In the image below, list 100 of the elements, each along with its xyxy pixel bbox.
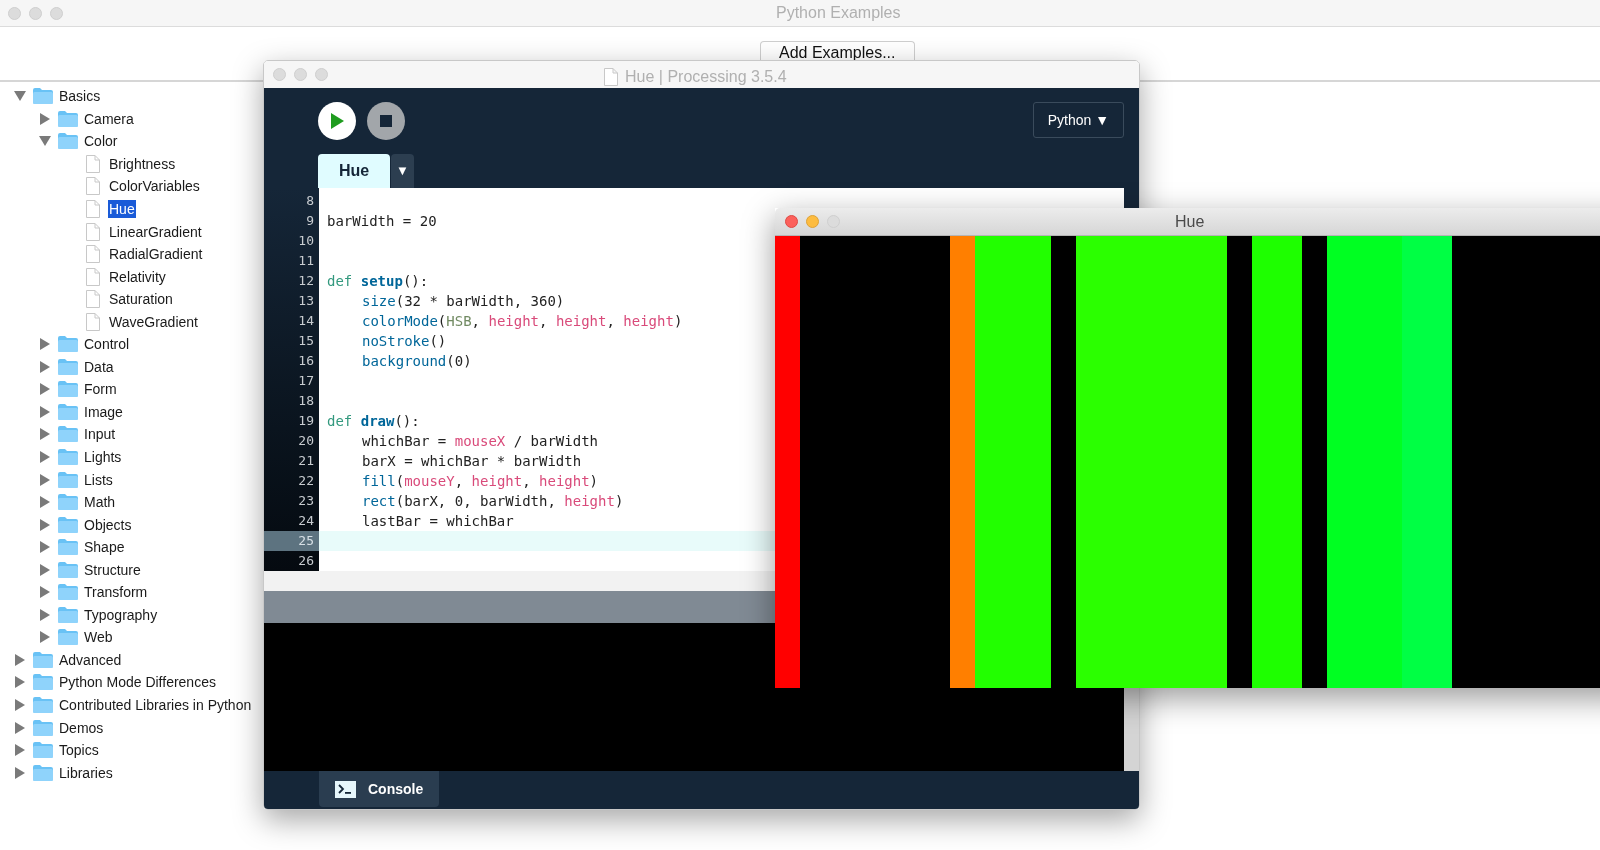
tree-item[interactable]: Lights bbox=[83, 448, 123, 466]
line-number: 21 bbox=[297, 452, 315, 470]
folder-icon bbox=[33, 651, 53, 668]
horizontal-scrollbar[interactable] bbox=[264, 571, 776, 591]
stop-icon bbox=[380, 115, 392, 127]
tree-item[interactable]: Libraries bbox=[58, 763, 114, 782]
folder-icon bbox=[58, 561, 78, 578]
line-number: 16 bbox=[297, 352, 315, 370]
tree-item[interactable]: Hue bbox=[108, 200, 136, 218]
code-line: lastBar = whichBar bbox=[362, 511, 514, 531]
tree-item[interactable]: Image bbox=[83, 402, 124, 421]
code-line: colorMode(HSB, height, height, height) bbox=[362, 311, 683, 331]
tree-item[interactable]: Camera bbox=[83, 109, 135, 128]
stop-button[interactable] bbox=[367, 102, 405, 140]
folder-icon bbox=[33, 674, 53, 691]
folder-icon bbox=[33, 697, 53, 714]
tree-item[interactable]: Transform bbox=[83, 583, 149, 602]
folder-icon bbox=[58, 584, 78, 601]
mode-selector[interactable]: Python ▼ bbox=[1032, 102, 1124, 138]
folder-icon bbox=[58, 539, 78, 556]
line-number: 10 bbox=[297, 232, 315, 250]
code-line: background(0) bbox=[362, 351, 472, 371]
tree-item[interactable]: Python Mode Differences bbox=[58, 673, 217, 692]
line-number: 14 bbox=[297, 312, 315, 330]
line-number: 9 bbox=[305, 212, 315, 230]
line-number: 11 bbox=[297, 252, 315, 270]
line-number: 15 bbox=[297, 332, 315, 350]
folder-icon bbox=[58, 629, 78, 646]
folder-icon bbox=[58, 358, 78, 375]
folder-icon bbox=[58, 403, 78, 420]
file-icon bbox=[86, 154, 100, 173]
file-icon bbox=[86, 290, 100, 309]
tree-item[interactable]: Relativity bbox=[108, 267, 167, 286]
line-number: 8 bbox=[305, 192, 315, 210]
tree-item[interactable]: Input bbox=[83, 425, 117, 444]
code-line: fill(mouseY, height, height) bbox=[362, 471, 599, 491]
tree-item[interactable]: Math bbox=[83, 493, 117, 512]
tree-item[interactable]: Advanced bbox=[58, 650, 123, 669]
line-number: 12 bbox=[297, 272, 315, 290]
code-line: whichBar = mouseX / barWidth bbox=[362, 431, 598, 451]
tree-item[interactable]: Lists bbox=[83, 470, 114, 489]
folder-icon bbox=[58, 494, 78, 511]
tree-item[interactable]: LinearGradient bbox=[108, 222, 203, 241]
console-tab[interactable]: Console bbox=[319, 771, 440, 807]
folder-icon bbox=[58, 133, 78, 150]
line-number: 25 bbox=[264, 531, 319, 551]
add-examples-button[interactable]: Add Examples... bbox=[760, 41, 915, 60]
tree-item[interactable]: RadialGradient bbox=[108, 245, 204, 264]
folder-icon bbox=[58, 606, 78, 623]
line-number: 23 bbox=[297, 492, 315, 510]
line-number: 20 bbox=[297, 432, 315, 450]
folder-icon bbox=[58, 110, 78, 127]
folder-icon bbox=[33, 742, 53, 759]
tree-item[interactable]: Form bbox=[83, 380, 118, 399]
tree-item[interactable]: Data bbox=[83, 357, 115, 376]
tab-menu-button[interactable]: ▼ bbox=[391, 154, 414, 188]
line-number: 13 bbox=[297, 292, 315, 310]
line-number: 19 bbox=[297, 412, 315, 430]
line-number: 18 bbox=[297, 392, 315, 410]
line-number: 17 bbox=[297, 372, 315, 390]
tree-item[interactable]: Topics bbox=[58, 741, 100, 760]
tree-item[interactable]: Typography bbox=[83, 605, 159, 624]
tree-item[interactable]: Color bbox=[83, 132, 119, 151]
folder-icon bbox=[58, 449, 78, 465]
code-editor[interactable] bbox=[319, 188, 776, 571]
tree-item[interactable]: Demos bbox=[58, 718, 105, 737]
run-button[interactable] bbox=[318, 102, 356, 140]
tree-item[interactable]: Saturation bbox=[108, 290, 174, 309]
tree-item[interactable]: Shape bbox=[83, 538, 126, 557]
tree-item[interactable]: Contributed Libraries in Python bbox=[58, 696, 253, 715]
code-line: rect(barX, 0, barWidth, height) bbox=[362, 491, 624, 511]
tree-item[interactable]: Control bbox=[83, 335, 131, 354]
folder-icon bbox=[33, 764, 53, 781]
tree-item[interactable]: Objects bbox=[83, 515, 133, 534]
folder-icon bbox=[58, 336, 78, 353]
line-number: 26 bbox=[297, 552, 315, 570]
close-button[interactable] bbox=[785, 215, 798, 228]
code-line: size(32 * barWidth, 360) bbox=[362, 291, 565, 311]
code-line: def setup(): bbox=[327, 271, 429, 291]
tree-item[interactable]: WaveGradient bbox=[108, 312, 199, 331]
file-icon bbox=[86, 222, 100, 241]
file-icon bbox=[86, 200, 100, 218]
line-number: 22 bbox=[297, 472, 315, 490]
tree-item[interactable]: Brightness bbox=[108, 154, 177, 173]
file-icon bbox=[86, 267, 100, 286]
tree-item[interactable]: Web bbox=[83, 628, 114, 647]
line-number: 24 bbox=[297, 512, 315, 530]
code-line: barX = whichBar * barWidth bbox=[362, 451, 582, 471]
tree-item[interactable]: ColorVariables bbox=[108, 177, 201, 196]
tree-item[interactable]: Basics bbox=[58, 87, 102, 106]
code-line: def draw(): bbox=[327, 411, 420, 431]
play-icon bbox=[330, 113, 344, 129]
editor-tab[interactable]: Hue bbox=[318, 154, 390, 188]
folder-icon bbox=[58, 516, 78, 533]
file-icon bbox=[86, 177, 100, 196]
tree-item[interactable]: Structure bbox=[83, 560, 142, 579]
folder-icon bbox=[33, 719, 53, 736]
window-title: Hue | Processing 3.5.4 bbox=[625, 67, 787, 87]
folder-icon bbox=[58, 471, 78, 488]
window-title: Hue bbox=[1175, 211, 1205, 232]
